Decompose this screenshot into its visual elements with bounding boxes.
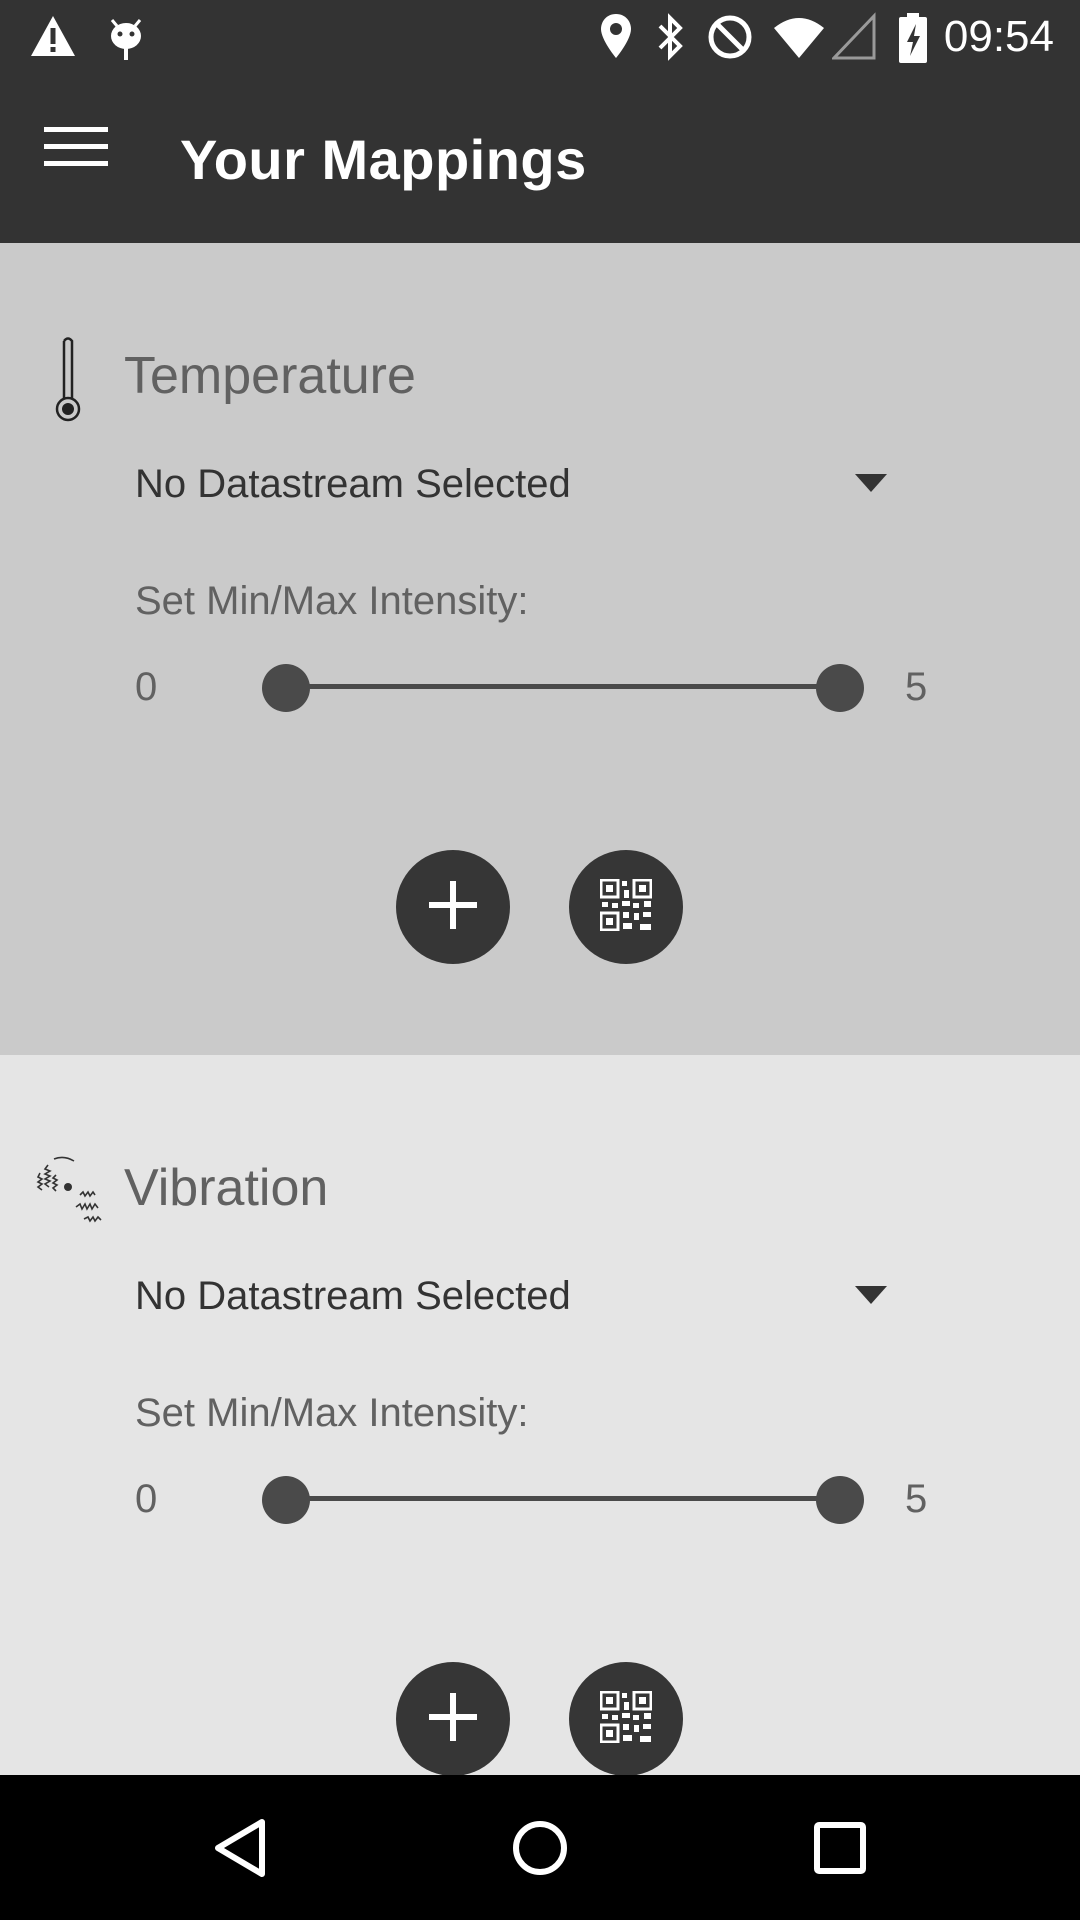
dropdown-arrow-icon [855, 474, 887, 497]
slider-track [286, 684, 840, 689]
intensity-label: Set Min/Max Intensity: [135, 1391, 529, 1435]
android-debug-icon [106, 12, 146, 67]
menu-button[interactable] [44, 125, 124, 193]
intensity-label: Set Min/Max Intensity: [135, 579, 529, 623]
sensor-title: Temperature [124, 347, 416, 405]
bluetooth-icon [654, 12, 686, 67]
add-icon [425, 1689, 481, 1750]
qr-code-icon [599, 878, 653, 936]
nav-back-button[interactable] [195, 1805, 285, 1895]
datastream-dropdown[interactable]: No Datastream Selected [135, 1258, 895, 1338]
qr-scan-button[interactable] [569, 1662, 683, 1775]
datastream-value: No Datastream Selected [135, 462, 571, 506]
add-button[interactable] [396, 850, 510, 964]
dropdown-arrow-icon [855, 1286, 887, 1309]
signal-icon [830, 12, 876, 67]
datastream-dropdown[interactable]: No Datastream Selected [135, 446, 895, 526]
add-icon [425, 877, 481, 938]
sensor-title: Vibration [124, 1159, 329, 1217]
page-title: Your Mappings [180, 128, 587, 191]
range-min-value: 0 [135, 665, 158, 709]
back-icon [210, 1816, 270, 1885]
status-bar: 09:54 [0, 0, 1080, 75]
slider-min-thumb[interactable] [262, 1476, 310, 1524]
intensity-range-slider[interactable] [258, 657, 868, 717]
slider-max-thumb[interactable] [816, 1476, 864, 1524]
range-max-value: 5 [905, 665, 928, 709]
nav-recents-button[interactable] [795, 1805, 885, 1895]
do-not-disturb-icon [706, 12, 754, 67]
warning-icon [28, 12, 78, 65]
slider-min-thumb[interactable] [262, 664, 310, 712]
add-button[interactable] [396, 1662, 510, 1775]
system-nav-bar [0, 1775, 1080, 1920]
slider-track [286, 1496, 840, 1501]
datastream-value: No Datastream Selected [135, 1274, 571, 1318]
status-time: 09:54 [943, 12, 1054, 61]
mapping-card-temperature[interactable]: Temperature No Datastream Selected Set M… [0, 243, 1080, 1055]
wifi-icon [772, 12, 826, 67]
intensity-range-slider[interactable] [258, 1469, 868, 1529]
thermometer-icon [50, 335, 86, 430]
slider-max-thumb[interactable] [816, 664, 864, 712]
vibration-icon [36, 1155, 112, 1232]
battery-charging-icon [898, 12, 928, 69]
app-bar: Your Mappings [0, 75, 1080, 243]
range-max-value: 5 [905, 1477, 928, 1521]
qr-scan-button[interactable] [569, 850, 683, 964]
qr-code-icon [599, 1690, 653, 1748]
mapping-card-vibration[interactable]: Vibration No Datastream Selected Set Min… [0, 1055, 1080, 1775]
range-min-value: 0 [135, 1477, 158, 1521]
nav-home-button[interactable] [495, 1805, 585, 1895]
home-icon [511, 1819, 569, 1882]
hamburger-menu-icon [44, 127, 108, 173]
recents-icon [813, 1821, 867, 1880]
location-icon [598, 12, 634, 65]
